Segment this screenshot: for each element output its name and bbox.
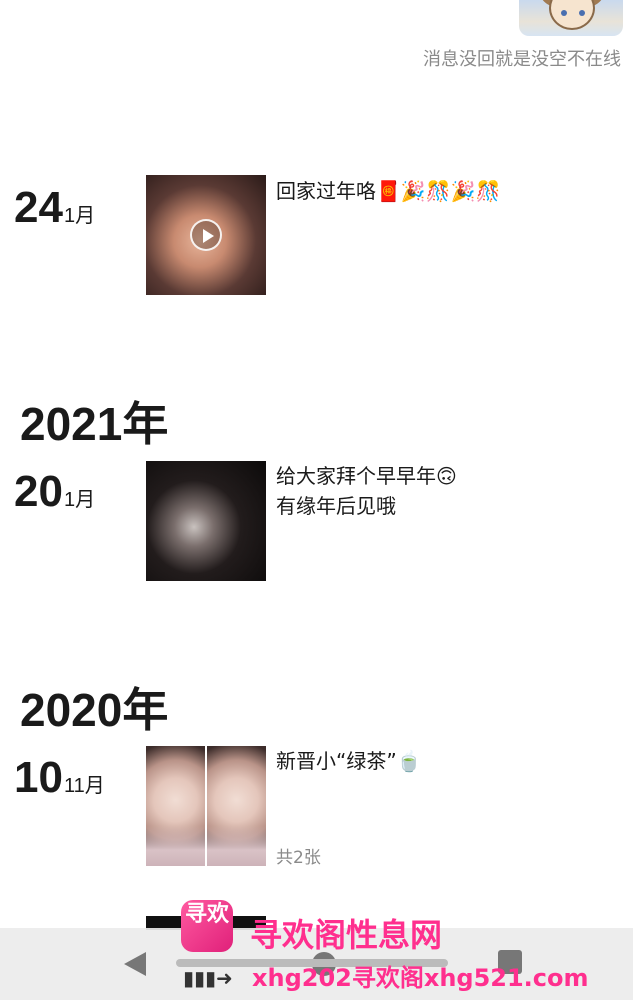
watermark-arrow-icon: ▮▮▮➜	[183, 966, 233, 990]
post-video-thumbnail[interactable]	[146, 175, 266, 295]
post-date: 1011月	[14, 756, 105, 800]
post-image-grid[interactable]	[146, 746, 266, 866]
post-day: 24	[14, 183, 63, 232]
back-icon[interactable]	[124, 952, 146, 976]
post-caption[interactable]: 给大家拜个早早年🙃 有缘年后见哦	[276, 461, 457, 521]
post-caption[interactable]: 新晋小“绿茶”🍵	[276, 746, 422, 776]
post-date: 241月	[14, 186, 95, 230]
year-header: 2021年	[20, 398, 169, 450]
watermark-url: xhg202寻欢阁xhg521.com	[252, 964, 589, 992]
image-count: 共2张	[276, 848, 321, 868]
post-caption[interactable]: 回家过年咯🧧🎉🎊🎉🎊	[276, 176, 501, 206]
year-header: 2020年	[20, 684, 169, 736]
watermark-title: 寻欢阁性息网	[250, 916, 443, 954]
post-month: 1月	[63, 205, 96, 227]
profile-signature: 消息没回就是没空不在线	[423, 49, 621, 70]
play-icon[interactable]	[190, 219, 222, 251]
post-image[interactable]	[146, 746, 205, 866]
avatar[interactable]	[519, 0, 623, 36]
post-image-thumbnail[interactable]	[146, 461, 266, 581]
post-month: 1月	[63, 489, 96, 511]
post-day: 10	[14, 753, 63, 802]
post-month: 11月	[63, 775, 105, 797]
post-date: 201月	[14, 470, 95, 514]
post-image[interactable]	[207, 746, 266, 866]
post-day: 20	[14, 467, 63, 516]
watermark-logo: 寻欢	[181, 900, 233, 952]
